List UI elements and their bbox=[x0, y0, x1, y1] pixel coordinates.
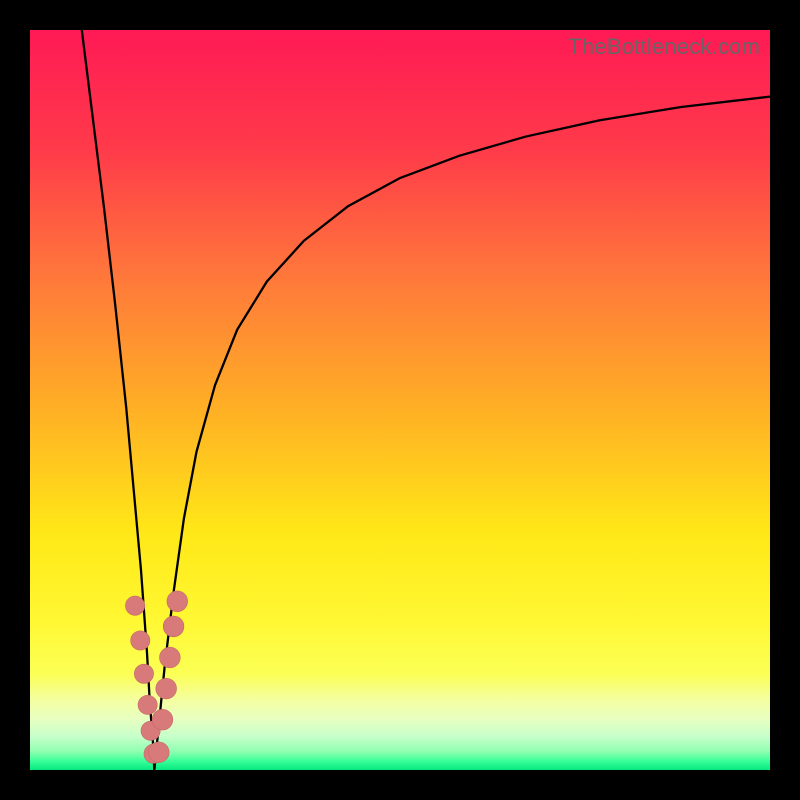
curve-right bbox=[154, 97, 770, 770]
data-marker bbox=[148, 742, 169, 763]
marker-group bbox=[125, 591, 187, 763]
data-marker bbox=[134, 664, 153, 683]
plot-area: TheBottleneck.com bbox=[30, 30, 770, 770]
curve-left bbox=[82, 30, 155, 770]
data-marker bbox=[160, 647, 181, 668]
data-marker bbox=[167, 591, 188, 612]
data-marker bbox=[131, 631, 150, 650]
chart-frame: TheBottleneck.com bbox=[0, 0, 800, 800]
data-marker bbox=[156, 678, 177, 699]
watermark-text: TheBottleneck.com bbox=[568, 34, 760, 60]
data-marker bbox=[163, 616, 184, 637]
curve-layer bbox=[30, 30, 770, 770]
data-marker bbox=[152, 709, 173, 730]
data-marker bbox=[125, 596, 144, 615]
data-marker bbox=[138, 695, 157, 714]
